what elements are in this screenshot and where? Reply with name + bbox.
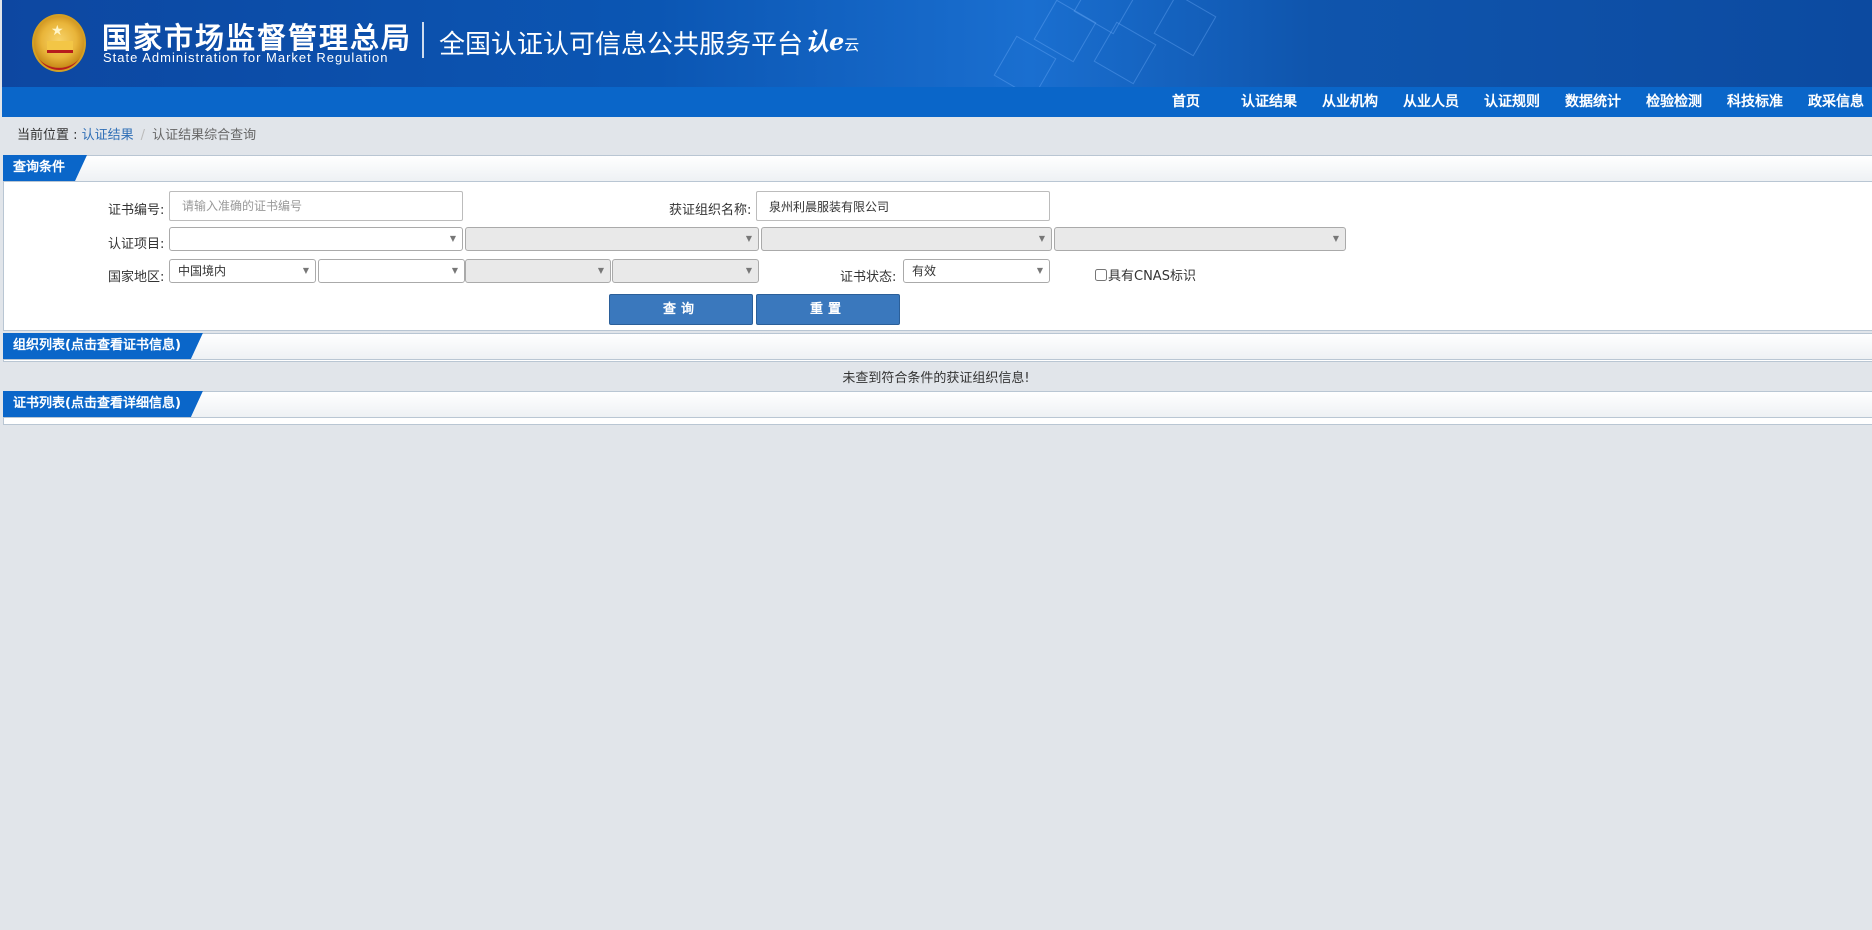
search-button[interactable]: 查询 <box>609 294 753 325</box>
cert-item-select-2[interactable]: ▼ <box>465 227 759 251</box>
dropdown-arrow-icon: ▼ <box>745 234 752 243</box>
region-select-value: 中国境内 <box>178 264 227 278</box>
site-header: ★ 国家市场监督管理总局 State Administration for Ma… <box>2 0 1872 87</box>
region-select-province[interactable]: ▼ <box>318 259 465 283</box>
national-emblem-icon: ★ <box>32 14 86 72</box>
breadcrumb-separator: / <box>140 128 146 143</box>
nav-item-institutions[interactable]: 从业机构 <box>1322 87 1378 117</box>
cert-item-select-1[interactable]: ▼ <box>169 227 463 251</box>
dropdown-arrow-icon: ▼ <box>449 234 456 243</box>
region-select-district[interactable]: ▼ <box>612 259 759 283</box>
region-label: 国家地区: <box>108 270 165 285</box>
dropdown-arrow-icon: ▼ <box>597 266 604 275</box>
org-name-label: 获证组织名称: <box>669 203 752 218</box>
cert-item-label: 认证项目: <box>108 237 165 252</box>
nav-item-rules[interactable]: 认证规则 <box>1484 87 1540 117</box>
org-list-panel: 组织列表(点击查看证书信息) <box>3 333 1872 362</box>
cnas-checkbox-label: 具有CNAS标识 <box>1108 269 1196 284</box>
dropdown-arrow-icon: ▼ <box>1332 234 1339 243</box>
nav-item-standards[interactable]: 科技标准 <box>1727 87 1783 117</box>
reset-button[interactable]: 重置 <box>756 294 900 325</box>
breadcrumb-prefix: 当前位置 : <box>17 128 82 143</box>
cnas-checkbox[interactable] <box>1095 269 1107 281</box>
org-list-header: 组织列表(点击查看证书信息) <box>4 334 1872 360</box>
dropdown-arrow-icon: ▼ <box>1038 234 1045 243</box>
platform-title: 全国认证认可信息公共服务平台 <box>439 30 804 60</box>
query-panel-title: 查询条件 <box>3 155 87 181</box>
breadcrumb: 当前位置 : 认证结果 / 认证结果综合查询 <box>17 124 256 143</box>
dropdown-arrow-icon: ▼ <box>302 266 309 275</box>
renyun-logo-icon: 认e云 <box>805 27 860 56</box>
org-list-empty-message: 未查到符合条件的获证组织信息! <box>842 371 1030 386</box>
org-name-en: State Administration for Market Regulati… <box>103 50 389 65</box>
breadcrumb-link-cert-results[interactable]: 认证结果 <box>82 128 134 143</box>
cert-item-select-3[interactable]: ▼ <box>761 227 1052 251</box>
query-panel: 查询条件 证书编号: 获证组织名称: 认证项目: ▼ ▼ ▼ ▼ 国家地区: 中… <box>3 155 1872 331</box>
cert-status-label: 证书状态: <box>840 270 897 285</box>
cnas-checkbox-wrap[interactable]: 具有CNAS标识 <box>1095 265 1196 284</box>
hexagon-decoration <box>1093 21 1157 85</box>
cert-no-input[interactable] <box>169 191 463 221</box>
cert-list-panel: 证书列表(点击查看详细信息) <box>3 391 1872 425</box>
dropdown-arrow-icon: ▼ <box>451 266 458 275</box>
main-nav: 首页 认证结果 从业机构 从业人员 认证规则 数据统计 检验检测 科技标准 政采… <box>2 87 1872 117</box>
cert-list-header: 证书列表(点击查看详细信息) <box>4 392 1872 418</box>
cert-status-select[interactable]: 有效 ▼ <box>903 259 1050 283</box>
dropdown-arrow-icon: ▼ <box>745 266 752 275</box>
cert-no-label: 证书编号: <box>108 203 165 218</box>
org-name-input[interactable] <box>756 191 1050 221</box>
nav-item-inspection[interactable]: 检验检测 <box>1646 87 1702 117</box>
region-select-country[interactable]: 中国境内 ▼ <box>169 259 316 283</box>
nav-item-procurement[interactable]: 政采信息 <box>1808 87 1864 117</box>
cert-item-select-4[interactable]: ▼ <box>1054 227 1346 251</box>
org-list-title: 组织列表(点击查看证书信息) <box>3 333 203 359</box>
nav-item-statistics[interactable]: 数据统计 <box>1565 87 1621 117</box>
nav-item-cert-results[interactable]: 认证结果 <box>1241 87 1297 117</box>
dropdown-arrow-icon: ▼ <box>1036 266 1043 275</box>
region-select-city[interactable]: ▼ <box>465 259 611 283</box>
breadcrumb-current: 认证结果综合查询 <box>152 128 257 143</box>
nav-item-home[interactable]: 首页 <box>1172 87 1200 117</box>
nav-item-personnel[interactable]: 从业人员 <box>1403 87 1459 117</box>
query-panel-header: 查询条件 <box>4 156 1872 182</box>
hexagon-decoration <box>1153 0 1217 57</box>
cert-list-title: 证书列表(点击查看详细信息) <box>3 391 203 417</box>
cert-status-value: 有效 <box>912 264 937 278</box>
header-divider <box>422 22 424 58</box>
